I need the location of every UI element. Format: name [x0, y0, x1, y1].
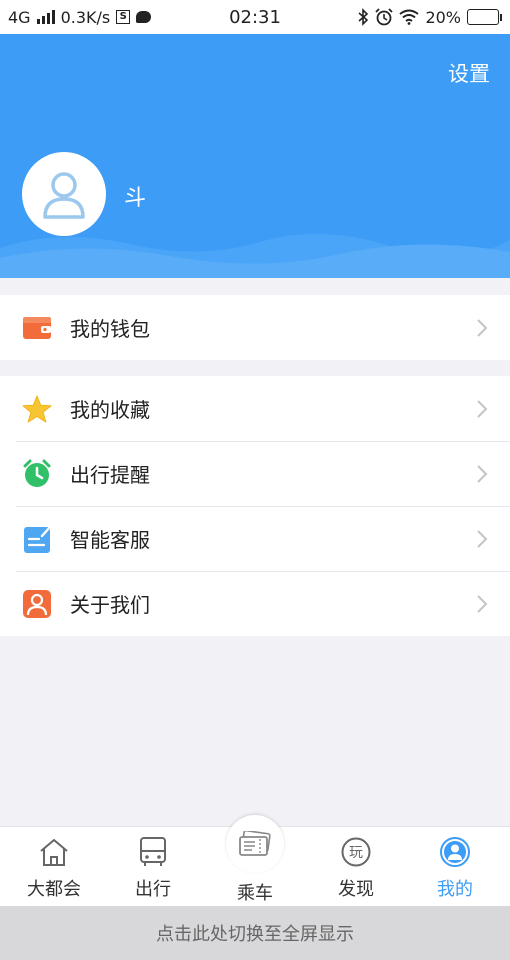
chevron-right-icon — [477, 529, 488, 548]
home-icon — [38, 835, 70, 869]
menu-item-customer-service[interactable]: 智能客服 — [0, 506, 510, 571]
settings-button[interactable]: 设置 — [448, 58, 490, 88]
person-icon — [22, 589, 52, 619]
battery-icon — [467, 9, 502, 25]
status-bar: 4G 0.3K/s S 02:31 20% — [0, 0, 510, 34]
tab-home[interactable]: 大都会 — [4, 827, 104, 907]
discover-play-icon: 玩 — [340, 835, 372, 869]
menu-label: 智能客服 — [70, 528, 150, 552]
s-app-icon: S — [116, 10, 131, 24]
menu-item-about-us[interactable]: 关于我们 — [0, 571, 510, 636]
menu-label: 出行提醒 — [70, 463, 150, 487]
menu-label: 我的收藏 — [70, 398, 150, 422]
discover-icon-text: 玩 — [349, 845, 363, 861]
ticket-icon — [239, 831, 271, 856]
profile-header: 设置 斗 — [0, 34, 510, 278]
wallet-icon — [22, 313, 52, 343]
bottom-tab-bar: 大都会 出行 乘车 玩 发现 我的 — [0, 815, 510, 907]
network-type: 4G — [8, 7, 31, 27]
customer-service-note-icon — [22, 524, 52, 554]
alarm-clock-icon — [22, 459, 52, 489]
network-speed: 0.3K/s — [60, 7, 111, 27]
tab-travel[interactable]: 出行 — [103, 827, 203, 907]
star-icon — [22, 394, 52, 424]
tab-discover[interactable]: 玩 发现 — [306, 827, 406, 907]
menu-item-travel-reminder[interactable]: 出行提醒 — [0, 441, 510, 506]
battery-percent: 20% — [425, 7, 461, 27]
status-left: 4G 0.3K/s S — [8, 7, 152, 27]
chevron-right-icon — [477, 594, 488, 613]
menu-item-favorites[interactable]: 我的收藏 — [0, 376, 510, 441]
menu-item-wallet[interactable]: 我的钱包 — [0, 295, 510, 360]
fullscreen-hint-text: 点击此处切换至全屏显示 — [156, 924, 354, 945]
avatar[interactable] — [22, 152, 106, 236]
tab-mine[interactable]: 我的 — [405, 827, 505, 907]
bluetooth-icon — [358, 8, 369, 26]
username: 斗 — [124, 186, 147, 211]
menu-group-wallet: 我的钱包 — [0, 295, 510, 360]
signal-icon — [36, 10, 55, 24]
wifi-icon — [399, 9, 420, 25]
user-avatar-icon — [43, 172, 85, 219]
alarm-icon — [375, 8, 394, 26]
profile-icon — [439, 835, 471, 869]
chevron-right-icon — [477, 464, 488, 483]
tab-ride-label: 乘车 — [237, 883, 273, 904]
status-right: 20% — [357, 8, 502, 27]
tab-label: 出行 — [135, 879, 171, 900]
chat-bubble-icon — [136, 11, 152, 23]
menu-group-main: 我的收藏 出行提醒 智能客服 关于我们 — [0, 376, 510, 636]
chevron-right-icon — [477, 399, 488, 418]
status-time: 02:31 — [229, 6, 281, 28]
bus-icon — [139, 835, 167, 869]
menu-label: 关于我们 — [70, 593, 150, 617]
tab-label: 我的 — [437, 879, 473, 900]
menu-label: 我的钱包 — [70, 317, 150, 341]
chevron-right-icon — [477, 318, 488, 337]
tab-ride[interactable] — [226, 815, 284, 873]
tab-label: 大都会 — [27, 879, 81, 900]
fullscreen-toggle-bar[interactable]: 点击此处切换至全屏显示 — [0, 906, 510, 960]
tab-label: 发现 — [338, 879, 374, 900]
